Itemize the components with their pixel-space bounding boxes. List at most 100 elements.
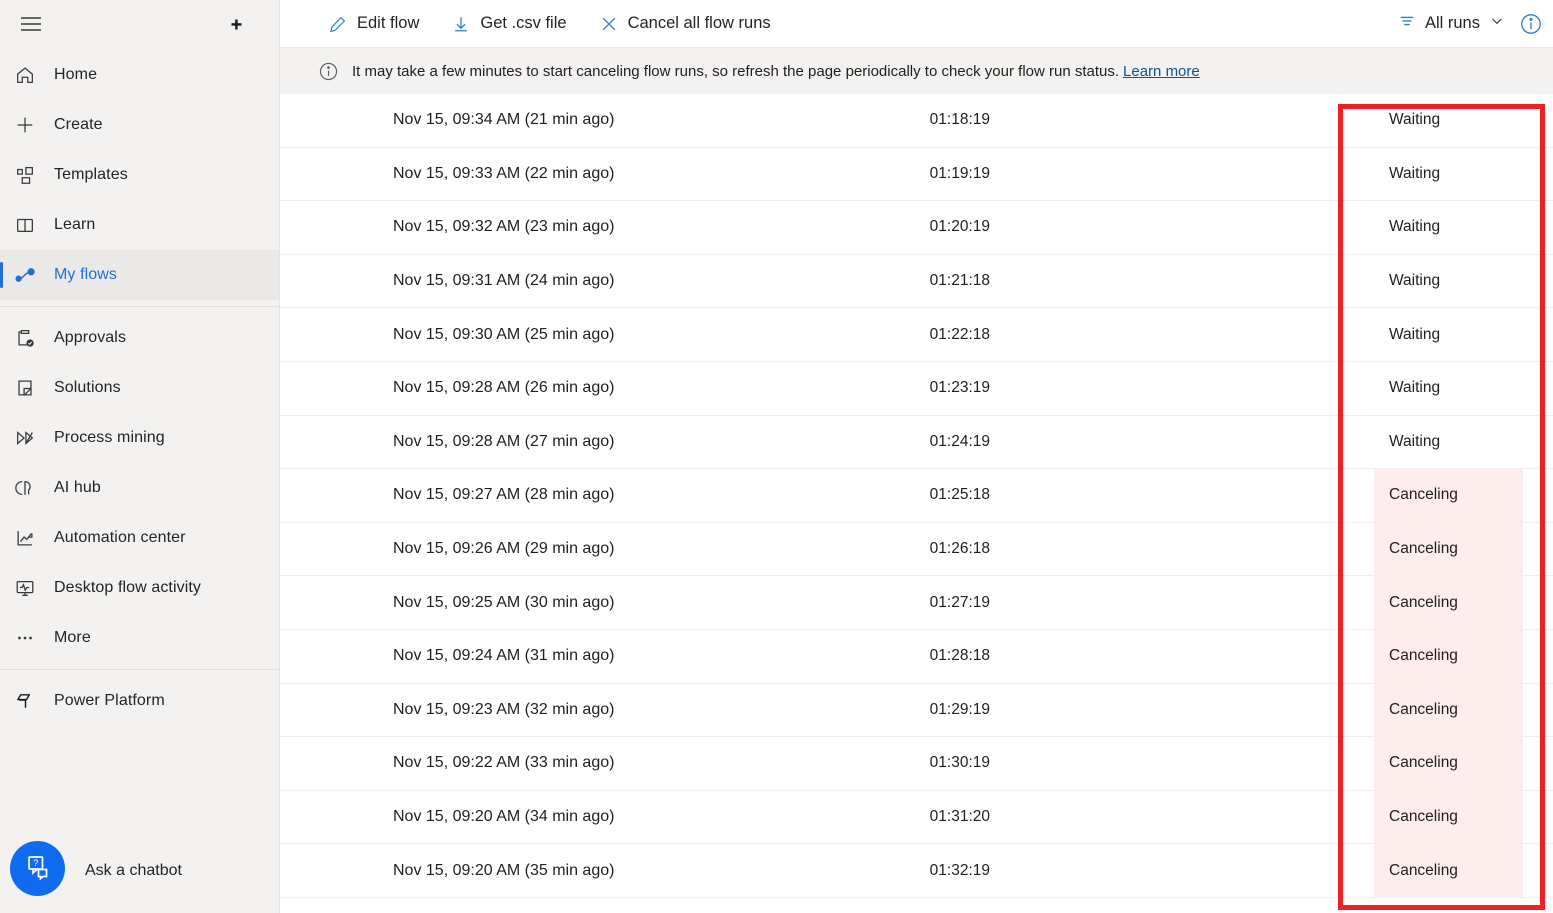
sidebar-item-label: Home	[54, 66, 97, 84]
run-start-time: Nov 15, 09:20 AM (35 min ago)	[393, 862, 614, 880]
run-start-time: Nov 15, 09:20 AM (34 min ago)	[393, 808, 614, 826]
ellipsis-icon	[12, 624, 54, 652]
sidebar-item-desktop-flow-activity[interactable]: Desktop flow activity	[0, 563, 279, 613]
run-status-badge: Waiting	[1374, 308, 1523, 362]
sidebar-item-ai-hub[interactable]: AI hub	[0, 463, 279, 513]
run-duration: 01:23:19	[840, 379, 990, 397]
monitor-pulse-icon	[12, 574, 54, 602]
run-duration: 01:19:19	[840, 165, 990, 183]
run-start-time: Nov 15, 09:28 AM (26 min ago)	[393, 379, 614, 397]
clipboard-check-icon	[12, 324, 54, 352]
run-duration: 01:31:20	[840, 808, 990, 826]
book-icon	[12, 211, 54, 239]
run-duration: 01:28:18	[840, 647, 990, 665]
table-row[interactable]: Nov 15, 09:30 AM (25 min ago)01:22:18Wai…	[280, 308, 1553, 362]
run-start-time: Nov 15, 09:33 AM (22 min ago)	[393, 165, 614, 183]
run-start-time: Nov 15, 09:23 AM (32 min ago)	[393, 701, 614, 719]
flow-icon	[12, 261, 54, 289]
table-row[interactable]: Nov 15, 09:31 AM (24 min ago)01:21:18Wai…	[280, 255, 1553, 309]
sidebar-item-home[interactable]: Home	[0, 50, 279, 100]
app-root: Home Create Templates	[0, 0, 1553, 913]
run-start-time: Nov 15, 09:22 AM (33 min ago)	[393, 754, 614, 772]
get-csv-file-button[interactable]: Get .csv file	[449, 10, 568, 38]
run-status-badge: Canceling	[1374, 469, 1523, 523]
chevron-down-icon	[1489, 13, 1505, 34]
table-row[interactable]: Nov 15, 09:22 AM (33 min ago)01:30:19Can…	[280, 737, 1553, 791]
sidebar-item-process-mining[interactable]: Process mining	[0, 413, 279, 463]
run-status-badge: Waiting	[1374, 361, 1523, 415]
table-row[interactable]: Nov 15, 09:27 AM (28 min ago) 01:25:18 Can…	[280, 469, 1553, 523]
sidebar-item-learn[interactable]: Learn	[0, 200, 279, 250]
sidebar-item-create[interactable]: Create	[0, 100, 279, 150]
run-status-badge: Waiting	[1374, 254, 1523, 308]
cancel-all-flow-runs-button[interactable]: Cancel all flow runs	[597, 10, 773, 38]
table-row[interactable]: Nov 15, 09:23 AM (32 min ago)01:29:19Can…	[280, 684, 1553, 738]
run-status-badge: Canceling	[1374, 629, 1523, 683]
run-status-badge: Canceling	[1374, 683, 1523, 737]
cancel-all-flow-runs-label: Cancel all flow runs	[628, 14, 771, 33]
command-bar-right: All runs	[1398, 0, 1543, 47]
get-csv-file-label: Get .csv file	[480, 14, 566, 33]
command-bar: Edit flow Get .csv file	[280, 0, 1553, 47]
sidebar-item-power-platform[interactable]: Power Platform	[0, 676, 279, 726]
run-status-badge: Canceling	[1374, 844, 1523, 898]
sidebar-item-label: Process mining	[54, 429, 165, 447]
sidebar-item-more[interactable]: More	[0, 613, 279, 663]
ask-a-chatbot-button[interactable]: ?	[10, 841, 65, 896]
sidebar-divider-1	[0, 306, 279, 307]
run-start-time: Nov 15, 09:24 AM (31 min ago)	[393, 647, 614, 665]
run-start-time: Nov 15, 09:31 AM (24 min ago)	[393, 272, 614, 290]
run-start-time: Nov 15, 09:30 AM (25 min ago)	[393, 326, 614, 344]
all-runs-filter[interactable]: All runs	[1398, 12, 1505, 35]
sidebar-secondary-nav: Approvals Solutions Process mining	[0, 311, 279, 663]
run-duration: 01:24:19	[840, 433, 990, 451]
table-row[interactable]: Nov 15, 09:33 AM (22 min ago) 01:19:19 Wai…	[280, 148, 1553, 202]
sidebar-item-templates[interactable]: Templates	[0, 150, 279, 200]
sidebar-item-solutions[interactable]: Solutions	[0, 363, 279, 413]
run-duration: 01:30:19	[840, 754, 990, 772]
all-runs-label: All runs	[1425, 14, 1480, 33]
run-duration: 01:32:19	[840, 862, 990, 880]
run-duration: 01:25:18	[840, 486, 990, 504]
run-start-time: Nov 15, 09:34 AM (21 min ago)	[393, 111, 614, 129]
table-row[interactable]: Nov 15, 09:26 AM (29 min ago)01:26:18Can…	[280, 523, 1553, 577]
sidebar-header	[0, 0, 279, 48]
info-banner-text: It may take a few minutes to start cance…	[352, 63, 1119, 80]
table-row[interactable]: Nov 15, 09:20 AM (35 min ago) 01:32:19 Can…	[280, 844, 1553, 898]
table-row[interactable]: Nov 15, 09:28 AM (27 min ago)01:24:19Wai…	[280, 416, 1553, 470]
sidebar-item-approvals[interactable]: Approvals	[0, 313, 279, 363]
sidebar-item-automation-center[interactable]: Automation center	[0, 513, 279, 563]
sidebar-item-label: Templates	[54, 166, 128, 184]
table-row[interactable]: Nov 15, 09:20 AM (34 min ago)01:31:20Can…	[280, 791, 1553, 845]
table-row[interactable]: Nov 15, 09:34 AM (21 min ago)01:18:19Wai…	[280, 94, 1553, 148]
svg-text:?: ?	[33, 858, 38, 868]
info-banner: It may take a few minutes to start cance…	[280, 47, 1553, 94]
sidebar-item-my-flows[interactable]: My flows	[0, 250, 279, 300]
learn-more-link[interactable]: Learn more	[1123, 63, 1200, 80]
templates-icon	[12, 161, 54, 189]
hamburger-menu-icon[interactable]	[14, 7, 48, 41]
edit-flow-label: Edit flow	[357, 14, 419, 33]
filter-lines-icon	[1398, 12, 1416, 35]
run-start-time: Nov 15, 09:25 AM (30 min ago)	[393, 594, 614, 612]
sidebar-tertiary-nav: Power Platform	[0, 674, 279, 726]
edit-flow-button[interactable]: Edit flow	[326, 10, 421, 38]
sidebar-item-label: Automation center	[54, 529, 186, 547]
chat-question-icon: ?	[24, 852, 52, 885]
table-row[interactable]: Nov 15, 09:25 AM (30 min ago)01:27:19Can…	[280, 576, 1553, 630]
close-x-icon	[599, 14, 619, 34]
info-circle-icon[interactable]	[1519, 12, 1543, 36]
run-start-time: Nov 15, 09:28 AM (27 min ago)	[393, 433, 614, 451]
sidebar-divider-2	[0, 669, 279, 670]
sidebar-item-label: My flows	[54, 266, 117, 284]
run-duration: 01:26:18	[840, 540, 990, 558]
run-status-badge: Waiting	[1374, 147, 1523, 201]
table-row[interactable]: Nov 15, 09:28 AM (26 min ago) 01:23:19 Wai…	[280, 362, 1553, 416]
home-icon	[12, 61, 54, 89]
run-start-time: Nov 15, 09:27 AM (28 min ago)	[393, 486, 614, 504]
pencil-icon	[328, 14, 348, 34]
run-status-badge: Waiting	[1374, 94, 1523, 147]
table-row[interactable]: Nov 15, 09:32 AM (23 min ago)01:20:19Wai…	[280, 201, 1553, 255]
solutions-icon	[12, 374, 54, 402]
table-row[interactable]: Nov 15, 09:24 AM (31 min ago) 01:28:18 Can…	[280, 630, 1553, 684]
